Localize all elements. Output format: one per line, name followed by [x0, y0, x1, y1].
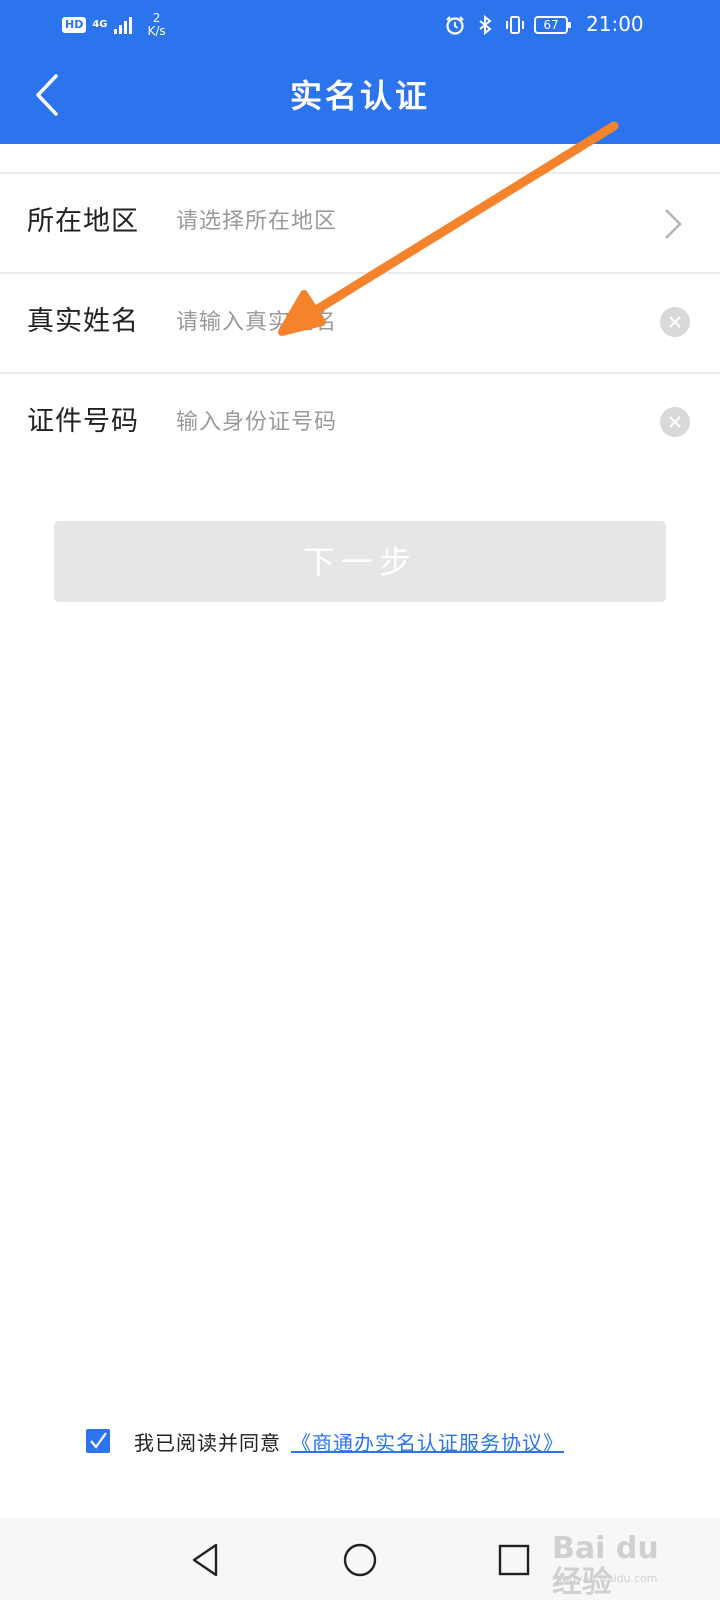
nav-recent-button[interactable]	[494, 1540, 534, 1580]
region-label: 所在地区	[27, 206, 139, 237]
hd-badge: HD	[62, 17, 87, 33]
network-speed-value: 2	[152, 11, 161, 25]
baidu-jingyan-watermark: Bai du 经验 jingyan.baidu.com	[548, 1522, 688, 1600]
region-row[interactable]: 所在地区 请选择所在地区	[0, 172, 720, 272]
next-step-button[interactable]: 下一步	[54, 521, 666, 602]
agreement-checkbox[interactable]	[86, 1429, 110, 1453]
page: HD 4G 2 K/s 67 21:00 实名认证 所在地区 请选择所在地区 真…	[0, 0, 720, 1600]
watermark-url: jingyan.baidu.com	[556, 1572, 658, 1585]
id-number-input[interactable]	[176, 402, 616, 442]
chevron-right-icon	[665, 209, 682, 239]
check-icon	[90, 1432, 107, 1449]
status-bar-left: HD 4G 2 K/s	[62, 10, 166, 40]
home-circle-icon	[343, 1543, 377, 1577]
page-title: 实名认证	[289, 77, 430, 115]
network-type: 4G	[92, 19, 108, 30]
agreement-text: 我已阅读并同意	[134, 1430, 281, 1455]
verification-form: 所在地区 请选择所在地区 真实姓名 证件号码	[0, 172, 720, 472]
agreement-link[interactable]: 《商通办实名认证服务协议》	[291, 1427, 564, 1456]
name-row: 真实姓名	[0, 272, 720, 372]
status-time: 21:00	[586, 12, 644, 36]
alarm-icon	[446, 16, 464, 35]
clear-id-number-button[interactable]	[660, 407, 690, 437]
network-speed: 2 K/s	[148, 12, 166, 38]
status-bar-right: 67	[444, 10, 571, 40]
region-select[interactable]: 请选择所在地区	[176, 204, 337, 240]
nav-back-button[interactable]	[186, 1540, 226, 1580]
name-label: 真实姓名	[27, 306, 139, 337]
recent-square-icon	[498, 1544, 530, 1576]
id-number-label: 证件号码	[27, 406, 139, 437]
title-bar: 实名认证	[0, 50, 720, 144]
bluetooth-icon	[479, 14, 492, 36]
network-speed-unit: K/s	[147, 24, 166, 38]
id-number-row: 证件号码	[0, 372, 720, 472]
back-triangle-icon	[192, 1543, 218, 1577]
signal-icon	[113, 16, 132, 34]
status-bar: HD 4G 2 K/s 67 21:00	[0, 0, 720, 50]
vibrate-icon	[506, 16, 524, 34]
nav-home-button[interactable]	[340, 1540, 380, 1580]
battery-level: 67	[543, 18, 559, 32]
clear-name-button[interactable]	[660, 307, 690, 337]
agreement-row: 我已阅读并同意 《商通办实名认证服务协议》	[86, 1426, 564, 1456]
watermark-text: Bai du 经验	[552, 1531, 659, 1600]
name-input[interactable]	[176, 302, 616, 342]
header: HD 4G 2 K/s 67 21:00 实名认证	[0, 0, 720, 144]
battery-icon: 67	[534, 16, 571, 34]
